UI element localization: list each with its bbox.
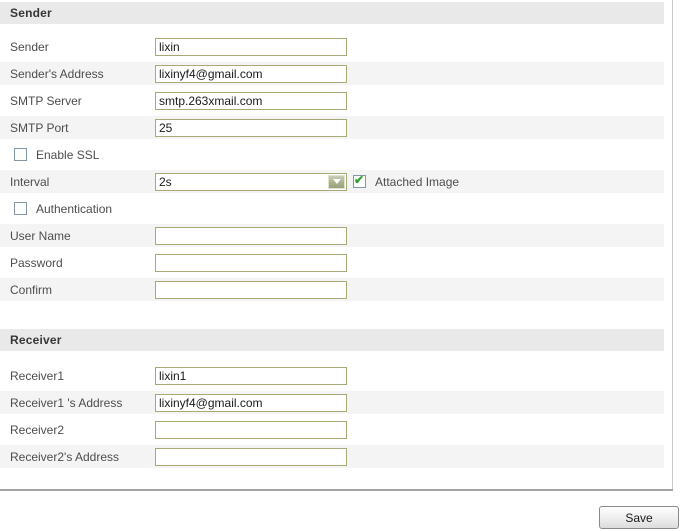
receiver2-label: Receiver2 — [10, 422, 65, 437]
sender-name-label: Sender — [10, 39, 49, 54]
receiver1-row: Receiver1 — [0, 362, 664, 389]
authentication-row: Authentication — [0, 195, 664, 222]
receiver1-address-input[interactable] — [155, 393, 347, 412]
smtp-port-row: SMTP Port — [0, 114, 664, 141]
section-title-receiver: Receiver — [10, 333, 62, 347]
enable-ssl-label: Enable SSL — [36, 147, 100, 162]
enable-ssl-row: Enable SSL — [0, 141, 664, 168]
section-header-receiver: Receiver — [0, 329, 664, 351]
confirm-input[interactable] — [155, 280, 347, 299]
smtp-server-input[interactable] — [155, 91, 347, 110]
sender-name-input[interactable] — [155, 37, 347, 56]
panel-right-border — [672, 0, 673, 490]
receiver1-label: Receiver1 — [10, 368, 65, 383]
section-header-sender: Sender — [0, 2, 664, 24]
receiver2-address-label: Receiver2's Address — [10, 449, 120, 464]
sender-address-row: Sender's Address — [0, 60, 664, 87]
interval-row: Interval 2s Attached Image — [0, 168, 664, 195]
enable-ssl-checkbox[interactable] — [14, 148, 27, 161]
receiver1-address-label: Receiver1 's Address — [10, 395, 123, 410]
confirm-label: Confirm — [10, 282, 53, 297]
sender-address-label: Sender's Address — [10, 66, 104, 81]
interval-selected-value: 2s — [159, 174, 172, 189]
section-title-sender: Sender — [10, 6, 52, 20]
receiver2-address-input[interactable] — [155, 447, 347, 466]
smtp-port-label: SMTP Port — [10, 120, 69, 135]
interval-select[interactable]: 2s — [155, 172, 347, 191]
smtp-server-row: SMTP Server — [0, 87, 664, 114]
password-input[interactable] — [155, 253, 347, 272]
authentication-checkbox[interactable] — [14, 202, 27, 215]
password-row: Password — [0, 249, 664, 276]
user-name-label: User Name — [10, 228, 71, 243]
receiver1-address-row: Receiver1 's Address — [0, 389, 664, 416]
sender-address-input[interactable] — [155, 64, 347, 83]
confirm-row: Confirm — [0, 276, 664, 303]
email-settings-page: Sender Sender Sender's Address SMTP Serv… — [0, 0, 685, 531]
attached-image-label: Attached Image — [375, 174, 460, 189]
chevron-down-icon — [332, 179, 341, 184]
settings-panel: Sender Sender Sender's Address SMTP Serv… — [0, 0, 685, 470]
attached-image-checkbox[interactable] — [353, 173, 366, 188]
receiver1-input[interactable] — [155, 366, 347, 385]
panel-bottom-border — [0, 489, 673, 491]
sender-name-row: Sender — [0, 33, 664, 60]
receiver2-input[interactable] — [155, 420, 347, 439]
save-button[interactable]: Save — [599, 506, 679, 529]
smtp-port-input[interactable] — [155, 118, 347, 137]
user-name-input[interactable] — [155, 226, 347, 245]
receiver2-row: Receiver2 — [0, 416, 664, 443]
smtp-server-label: SMTP Server — [10, 93, 82, 108]
interval-label: Interval — [10, 174, 50, 189]
dropdown-arrow-button[interactable] — [328, 174, 345, 189]
receiver2-address-row: Receiver2's Address — [0, 443, 664, 470]
authentication-label: Authentication — [36, 201, 113, 216]
password-label: Password — [10, 255, 63, 270]
user-name-row: User Name — [0, 222, 664, 249]
